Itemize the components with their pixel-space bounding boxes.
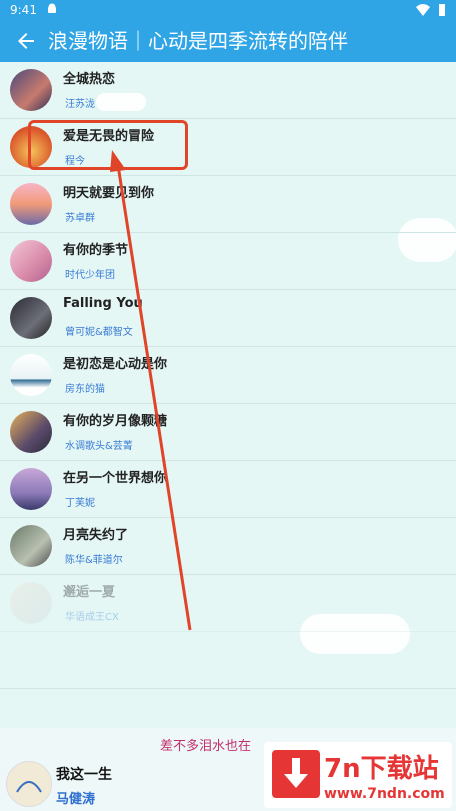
- album-cover: [10, 183, 52, 225]
- song-title: 有你的季节: [63, 243, 129, 258]
- status-time: 9:41: [10, 3, 37, 17]
- album-cover: [10, 582, 52, 624]
- list-item[interactable]: 在另一个世界想你 丁芙妮: [0, 461, 456, 518]
- title-bar: 浪漫物语｜心动是四季流转的陪伴: [0, 20, 456, 62]
- song-title: 是初恋是心动是你: [63, 357, 168, 372]
- album-cover: [10, 411, 52, 453]
- watermark-badge: 7n下载站 www.7ndn.com: [264, 742, 452, 808]
- now-playing-artist: 马健涛: [56, 792, 96, 807]
- list-item[interactable]: 有你的季节 时代少年团: [0, 233, 456, 290]
- highlight-box: [28, 120, 188, 170]
- cover-art-icon: [7, 762, 51, 806]
- list-spacer: [0, 632, 456, 689]
- song-title: 月亮失约了: [63, 528, 129, 543]
- song-title: 明天就要见到你: [63, 186, 155, 201]
- album-cover: [10, 69, 52, 111]
- song-artist: 丁芙妮: [65, 498, 95, 509]
- album-cover: [10, 468, 52, 510]
- song-title: 邂逅一夏: [63, 585, 116, 600]
- song-title: 全城热恋: [63, 72, 116, 87]
- song-title: 有你的岁月像颗糖: [63, 414, 168, 429]
- list-item[interactable]: 全城热恋 汪苏泷: [0, 62, 456, 119]
- status-bar: 9:41: [0, 0, 456, 20]
- list-item[interactable]: 邂逅一夏 华语成王CX: [0, 575, 456, 632]
- song-artist: 华语成王CX: [65, 612, 119, 623]
- wifi-icon: [416, 3, 430, 16]
- song-title: Falling You: [63, 296, 143, 311]
- song-title: 在另一个世界想你: [63, 471, 168, 486]
- lyric-line: 差不多泪水也在: [160, 739, 252, 754]
- song-artist: 陈华&菲道尔: [65, 555, 123, 566]
- album-cover: [10, 354, 52, 396]
- now-playing-title: 我这一生: [56, 767, 112, 783]
- album-cover: [10, 297, 52, 339]
- song-artist: 时代少年团: [65, 270, 115, 281]
- song-artist: 苏卓群: [65, 213, 95, 224]
- song-artist: 水调歌头&芸菁: [65, 441, 133, 452]
- battery-icon: [439, 4, 445, 16]
- now-playing-cover[interactable]: [6, 761, 52, 807]
- download-icon: [272, 750, 320, 798]
- list-item[interactable]: 月亮失约了 陈华&菲道尔: [0, 518, 456, 575]
- album-cover: [10, 525, 52, 567]
- list-item[interactable]: 有你的岁月像颗糖 水调歌头&芸菁: [0, 404, 456, 461]
- song-artist: 房东的猫: [65, 384, 105, 395]
- watermark-title: 7n下载站: [324, 754, 439, 784]
- list-item[interactable]: 是初恋是心动是你 房东的猫: [0, 347, 456, 404]
- list-item[interactable]: 明天就要见到你 苏卓群: [0, 176, 456, 233]
- song-artist: 汪苏泷: [65, 99, 95, 110]
- watermark-url: www.7ndn.com: [324, 786, 445, 802]
- back-arrow-icon[interactable]: [14, 29, 38, 53]
- album-cover: [10, 240, 52, 282]
- android-icon: [48, 3, 56, 13]
- list-item[interactable]: Falling You 曾可妮&都智文: [0, 290, 456, 347]
- page-title: 浪漫物语｜心动是四季流转的陪伴: [48, 29, 348, 53]
- song-artist: 曾可妮&都智文: [65, 327, 133, 338]
